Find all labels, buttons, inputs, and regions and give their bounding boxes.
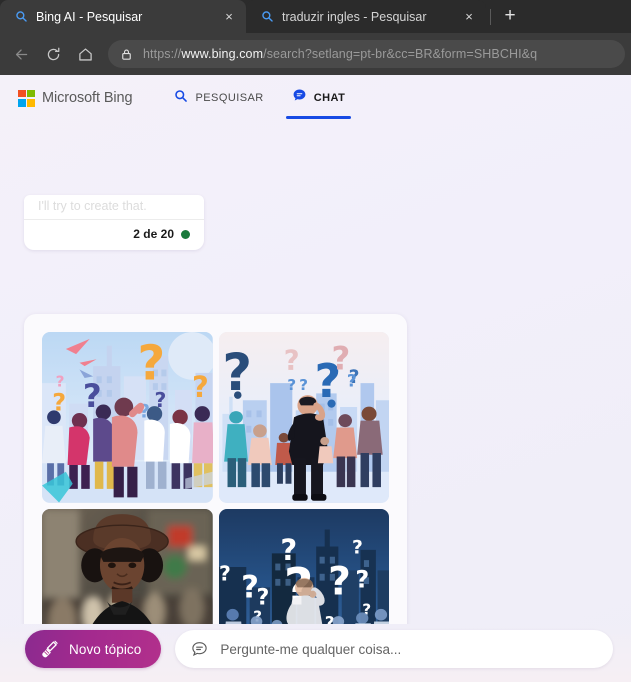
chat-composer: Novo tópico bbox=[0, 624, 631, 682]
url-scheme: https:// bbox=[143, 47, 182, 61]
svg-text:?: ? bbox=[287, 376, 296, 394]
ask-input[interactable] bbox=[220, 641, 597, 657]
ask-anything-box[interactable] bbox=[175, 630, 613, 668]
chat-bubble-icon bbox=[292, 88, 307, 108]
lock-icon bbox=[120, 48, 134, 61]
address-bar[interactable]: https://www.bing.com/search?setlang=pt-b… bbox=[108, 40, 625, 68]
tab-chat[interactable]: CHAT bbox=[278, 75, 360, 121]
browser-tab-2[interactable]: traduzir ingles - Pesquisar × bbox=[246, 0, 486, 33]
back-button[interactable] bbox=[6, 39, 36, 69]
tab-label: PESQUISAR bbox=[195, 92, 264, 104]
previous-message-text: I'll try to create that. bbox=[38, 199, 147, 213]
reload-button[interactable] bbox=[38, 39, 68, 69]
browser-tabstrip: Bing AI - Pesquisar × traduzir ingles - … bbox=[0, 0, 631, 33]
bing-wordmark: Microsoft Bing bbox=[42, 90, 133, 106]
svg-text:?: ? bbox=[328, 559, 351, 604]
browser-tab-1[interactable]: Bing AI - Pesquisar × bbox=[0, 0, 246, 33]
turn-counter: 2 de 20 bbox=[24, 220, 204, 250]
address-bar-url: https://www.bing.com/search?setlang=pt-b… bbox=[143, 47, 537, 61]
home-button[interactable] bbox=[70, 39, 100, 69]
svg-text:?: ? bbox=[283, 346, 299, 377]
browser-tab-title: Bing AI - Pesquisar bbox=[36, 9, 143, 24]
bing-header-tabs: PESQUISAR CHAT bbox=[160, 75, 359, 121]
svg-text:?: ? bbox=[346, 372, 356, 392]
tabstrip-divider bbox=[490, 9, 491, 25]
generated-image-2[interactable]: ? ? ? ? ? ? ? ? bbox=[218, 332, 389, 503]
broom-icon bbox=[40, 640, 59, 659]
svg-text:?: ? bbox=[137, 337, 165, 392]
generated-image-4[interactable]: ? ? ? ? ? ? ? ? ? ? ? bbox=[218, 508, 389, 624]
generated-image-1[interactable]: ? ? ? ? ? ? ? bbox=[42, 332, 213, 503]
bing-chat-page: Microsoft Bing PESQUISAR CHAT I'll try t… bbox=[0, 75, 631, 682]
close-icon[interactable]: × bbox=[220, 8, 238, 26]
bing-header: Microsoft Bing PESQUISAR CHAT bbox=[0, 75, 631, 121]
turn-counter-label: 2 de 20 bbox=[133, 227, 174, 241]
tab-pesquisar[interactable]: PESQUISAR bbox=[160, 75, 277, 121]
microsoft-bing-logo[interactable]: Microsoft Bing bbox=[18, 89, 133, 107]
search-icon bbox=[260, 10, 274, 24]
browser-tab-title: traduzir ingles - Pesquisar bbox=[282, 9, 427, 24]
url-path: /search?setlang=pt-br&cc=BR&form=SHBCHI&… bbox=[263, 47, 538, 61]
browser-toolbar: https://www.bing.com/search?setlang=pt-b… bbox=[0, 33, 631, 75]
search-icon bbox=[174, 89, 188, 108]
new-topic-button[interactable]: Novo tópico bbox=[25, 630, 162, 668]
svg-text:?: ? bbox=[192, 370, 209, 404]
new-tab-button[interactable]: + bbox=[497, 3, 523, 29]
svg-text:?: ? bbox=[56, 373, 65, 391]
status-dot-icon bbox=[181, 229, 190, 239]
generated-image-3[interactable]: 6DE YOR YOR YIOWOO RRTBL BOUI TOINT bbox=[42, 508, 213, 624]
browser-chrome: Bing AI - Pesquisar × traduzir ingles - … bbox=[0, 0, 631, 75]
microsoft-logo-icon bbox=[18, 89, 35, 107]
previous-message-card: I'll try to create that. 2 de 20 bbox=[24, 195, 204, 250]
chat-scroll-area[interactable]: I'll try to create that. 2 de 20 ? ? ? ?… bbox=[0, 121, 631, 624]
tab-label: CHAT bbox=[313, 92, 346, 104]
search-icon bbox=[14, 10, 28, 24]
new-topic-label: Novo tópico bbox=[69, 641, 142, 657]
svg-text:?: ? bbox=[351, 537, 362, 558]
image-grid: ? ? ? ? ? ? ? ? ? ? ? ? ? ? ? ? ? ? ? ? … bbox=[42, 332, 389, 624]
chat-bubble-icon bbox=[191, 641, 209, 658]
generated-images-card: ? ? ? ? ? ? ? ? ? ? ? ? ? ? ? ? ? ? ? ? … bbox=[24, 314, 407, 624]
url-host: www.bing.com bbox=[181, 47, 264, 61]
svg-text:?: ? bbox=[219, 561, 231, 585]
svg-text:?: ? bbox=[299, 376, 308, 394]
close-icon[interactable]: × bbox=[460, 8, 478, 26]
svg-text:?: ? bbox=[355, 565, 369, 593]
